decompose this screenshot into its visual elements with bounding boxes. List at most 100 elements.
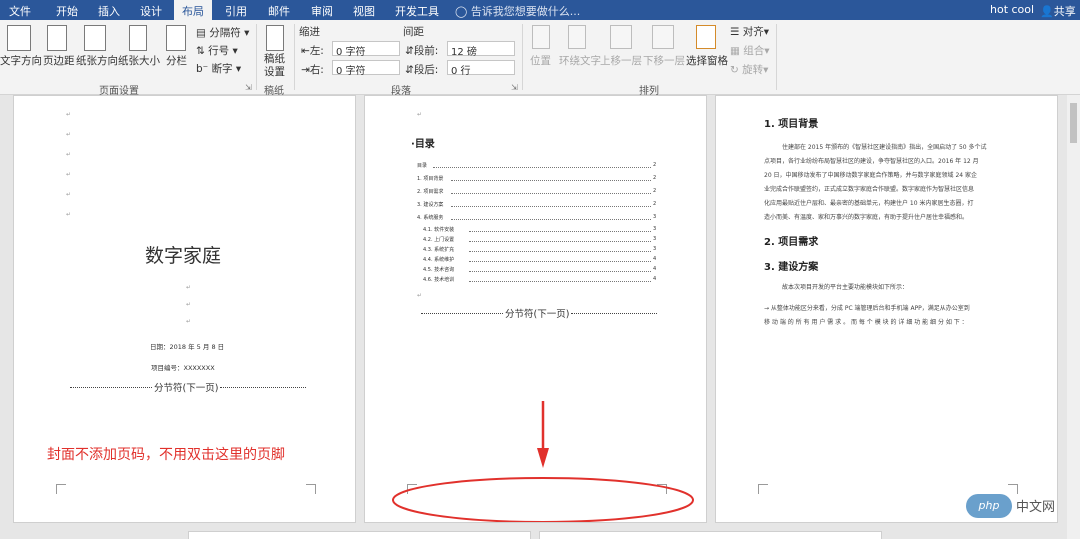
spacing-before-label: ⇵段前:	[405, 43, 438, 58]
rotate-label: 旋转	[742, 64, 764, 76]
footer-ellipse	[392, 477, 694, 522]
spacing-after-input[interactable]: 0 行	[447, 60, 515, 77]
cover-title: 数字家庭	[145, 245, 222, 267]
manuscript-icon	[266, 25, 284, 51]
paragraph-mark: ↵	[66, 171, 72, 178]
margins-label: 页边距	[43, 55, 75, 67]
tab-file[interactable]: 文件	[9, 3, 31, 19]
tab-layout[interactable]: 布局	[174, 0, 212, 20]
paragraph-line: 20 日，中国移动发布了中国移动数字家庭合作策略，并与数字家庭领域 24 家企	[764, 172, 977, 179]
page-setup-launcher-icon[interactable]: ⇲	[245, 83, 252, 92]
footer-highlight-overlay	[392, 401, 694, 522]
spacing-before-text: 段前:	[413, 45, 439, 57]
indent-right-text: 右:	[309, 64, 324, 76]
share-button[interactable]: 👤共享	[1040, 3, 1076, 19]
paragraph-mark: ↵	[66, 151, 72, 158]
ribbon-separator	[294, 24, 295, 90]
person-icon: 👤	[1040, 5, 1054, 18]
paragraph-mark: ↵	[66, 211, 72, 218]
paragraph-launcher-icon[interactable]: ⇲	[511, 83, 518, 92]
paragraph-line: 故本次项目开发的平台主要功能模块如下所示：	[782, 284, 909, 291]
tab-design[interactable]: 设计	[140, 3, 162, 19]
chevron-down-icon: ▾	[232, 45, 238, 57]
wrap-text-icon	[568, 25, 586, 49]
hyphenation-icon: b⁻	[196, 63, 209, 75]
tab-references[interactable]: 引用	[225, 3, 247, 19]
rotate-button[interactable]: ↻ 旋转▾	[730, 62, 768, 77]
tab-review[interactable]: 审阅	[311, 3, 333, 19]
chevron-down-icon: ▾	[235, 63, 242, 75]
scrollbar-thumb[interactable]	[1070, 103, 1077, 143]
menu-bar: 文件 开始 插入 设计 布局 引用 邮件 审阅 视图 开发工具 ◯ 告诉我您想要…	[0, 0, 1080, 20]
rotate-icon: ↻	[730, 64, 739, 76]
tab-insert[interactable]: 插入	[98, 3, 120, 19]
hyphenation-button[interactable]: b⁻ 断字 ▾	[196, 61, 241, 76]
manuscript-settings-label: 稿纸设置	[264, 53, 285, 78]
heading-2: 2. 项目需求	[764, 237, 819, 248]
paragraph-line: 化应用最贴近住户层和、最亲密的基础单元，构建住户 10 米内家居生态圈，打	[764, 200, 974, 207]
indent-left-text: 左:	[309, 45, 324, 57]
tab-developer[interactable]: 开发工具	[395, 3, 439, 19]
spacing-after-label: ⇵段后:	[405, 62, 438, 77]
paragraph-mark: ↵	[186, 284, 192, 291]
crop-mark	[56, 484, 66, 494]
ribbon-separator	[776, 24, 777, 90]
group-button[interactable]: ▦ 组合▾	[730, 43, 770, 58]
chevron-down-icon: ▾	[763, 26, 770, 38]
spacing-before-input[interactable]: 12 磅	[447, 41, 515, 58]
line-numbers-icon: ⇅	[196, 45, 205, 57]
spacing-label: 间距	[403, 26, 424, 38]
align-button[interactable]: ☰ 对齐▾	[730, 24, 769, 39]
paragraph-line: 业完成合作联盟签约，正式成立数字家庭合作联盟。数字家庭作为智慧社区信息	[764, 186, 975, 193]
wrap-text-label: 环绕文字	[559, 55, 601, 67]
tab-mailings[interactable]: 邮件	[268, 3, 290, 19]
vertical-scrollbar[interactable]	[1067, 95, 1080, 539]
indent-left-input[interactable]: 0 字符	[332, 41, 400, 58]
hyphenation-label: 断字	[211, 63, 233, 75]
chevron-down-icon: ▾	[244, 27, 250, 39]
paragraph-line: 造小而美、有温度、家和万事兴的数字家庭，有助于提升住户居住幸福感和。	[764, 214, 969, 221]
text-direction-label: 文字方向	[0, 55, 42, 67]
crop-mark	[306, 484, 316, 494]
next-page[interactable]	[539, 531, 882, 539]
size-label: 纸张大小	[118, 55, 160, 67]
indent-left-label: ⇤左:	[301, 43, 324, 58]
columns-label: 分栏	[166, 55, 187, 67]
tell-me-search[interactable]: ◯ 告诉我您想要做什么...	[455, 3, 580, 19]
tab-view[interactable]: 视图	[353, 3, 375, 19]
ribbon-separator	[522, 24, 523, 90]
selection-pane-label: 选择窗格	[686, 55, 728, 67]
line-numbers-button[interactable]: ⇅ 行号 ▾	[196, 43, 238, 58]
crop-mark	[758, 484, 768, 494]
paragraph-mark: ↵	[186, 318, 192, 325]
user-name[interactable]: hot cool	[990, 3, 1034, 16]
indent-right-icon: ⇥	[301, 64, 310, 76]
toc-page[interactable]: ↵ ·目录 目录 2 1. 项目背景 2 2. 项目需求 2 3. 建设方案 2…	[364, 95, 707, 523]
indent-right-input[interactable]: 0 字符	[332, 60, 400, 77]
cover-date: 日期：2018 年 5 月 8 日	[150, 343, 225, 351]
cover-project-number: 项目编号：XXXXXXX	[151, 364, 215, 372]
chevron-down-icon: ▾	[763, 64, 769, 76]
spacing-after-text: 段后:	[413, 64, 439, 76]
text-direction-icon	[7, 25, 31, 51]
arrow-head	[537, 448, 549, 468]
ribbon-separator	[256, 24, 257, 90]
spacing-before-icon: ⇵	[405, 45, 414, 57]
position-label: 位置	[530, 55, 551, 67]
align-label: 对齐	[742, 26, 764, 38]
tell-me-text: 告诉我您想要做什么...	[470, 5, 581, 18]
next-page[interactable]	[188, 531, 531, 539]
lightbulb-icon: ◯	[455, 5, 468, 18]
paragraph-line: 移 动 端 的 所 有 用 户 需 求 。 而 每 个 模 块 的 详 细 功 …	[764, 319, 968, 326]
position-icon	[532, 25, 550, 49]
tab-home[interactable]: 开始	[56, 3, 78, 19]
breaks-button[interactable]: ▤ 分隔符 ▾	[196, 25, 249, 40]
group-label: 组合	[743, 45, 765, 57]
watermark-text: 中文网	[1016, 500, 1056, 515]
share-label: 共享	[1053, 5, 1076, 18]
paragraph-mark: ↵	[66, 111, 72, 118]
paragraph-mark: ↵	[66, 131, 72, 138]
content-page[interactable]: 1. 项目背景 住建部在 2015 年颁布的《智慧社区建设指南》指出，全国启动了…	[715, 95, 1058, 523]
group-icon: ▦	[730, 45, 740, 57]
bring-forward-label: 上移一层	[600, 55, 642, 67]
